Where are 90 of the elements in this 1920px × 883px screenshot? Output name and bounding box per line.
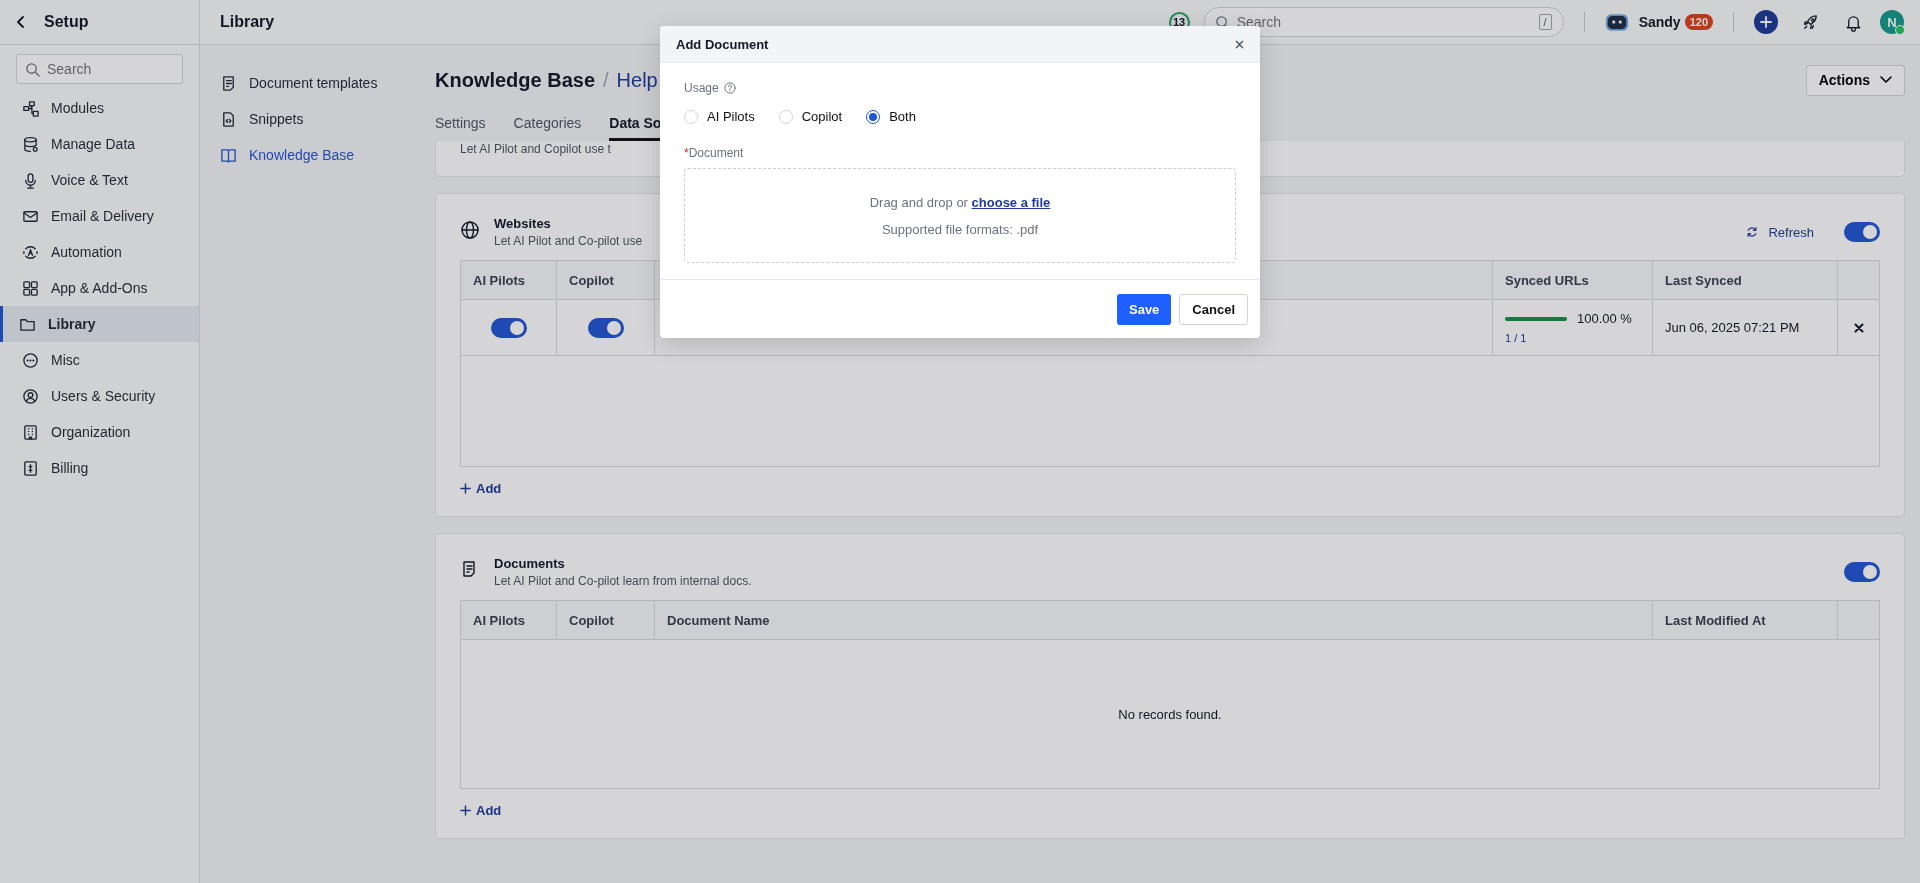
sidebar-item[interactable]: Organization [0,414,199,450]
shortcut-key: / [1538,14,1552,30]
sidebar-item[interactable]: Modules [0,90,199,126]
sidebar-item[interactable]: Library [0,306,199,342]
field-label: Document [688,146,744,160]
billing-icon [22,459,39,477]
sidebar-item[interactable]: Automation [0,234,199,270]
sidebar-item[interactable]: Voice & Text [0,162,199,198]
remove-icon[interactable] [1853,322,1864,333]
nav-item[interactable]: Knowledge Base [200,137,415,173]
building-icon [22,423,39,441]
nav-item[interactable]: Snippets [200,101,415,137]
nav-item[interactable]: Document templates [200,65,415,101]
automation-icon [22,243,39,261]
search-icon [25,62,40,77]
add-link[interactable]: Add [460,803,502,818]
section-title: Documents [494,556,565,571]
progress-bar [1505,316,1567,321]
section-description: Let AI Pilot and Co-pilot learn from internal docs. [494,574,752,588]
column-header: Copilot [557,601,655,639]
sidebar-item[interactable]: Email & Delivery [0,198,199,234]
field-label: Usage [684,81,719,95]
sidebar-item[interactable]: App & Add-Ons [0,270,199,306]
table-cell: Jun 06, 2025 07:21 PM [1653,300,1838,355]
section-description: Let AI Pilot and Co-pilot use [494,234,643,248]
refresh-icon [1746,226,1759,238]
breadcrumb-link[interactable]: Help [616,68,658,92]
user-name[interactable]: Sandy [1638,14,1681,30]
sidebar-item[interactable]: Manage Data [0,126,199,162]
search-field[interactable]: Search [16,54,183,84]
user-icon [22,387,39,405]
radio-option[interactable]: Both [866,109,916,124]
tab[interactable]: Settings [435,105,486,141]
drop-instructions: Drag and drop or choose a file [869,194,1051,210]
breadcrumb-separator: / [603,68,609,92]
required-mark: * [684,146,689,160]
modules-icon [22,99,39,117]
supported-formats: Supported file formats: .pdf [881,221,1039,237]
document-icon [220,74,237,92]
card-description: Let AI Pilot and Copilot use t [460,142,611,156]
actions-button[interactable]: Actions [1805,64,1905,96]
database-icon [22,135,39,153]
rocket-icon[interactable] [1801,12,1820,32]
file-drop-zone[interactable]: Drag and drop or choose a file Supported file formats: .pdf [684,168,1236,263]
back-icon[interactable] [16,15,26,29]
radio-option[interactable]: AI Pilots [684,109,755,124]
radio-option[interactable]: Copilot [778,109,843,124]
sidebar-item[interactable]: Billing [0,450,199,486]
row-toggle[interactable] [587,317,624,338]
add-icon[interactable] [1754,10,1778,34]
close-icon[interactable] [1235,39,1244,49]
url-count-link[interactable]: 1 / 1 [1505,332,1527,344]
section-title: Websites [494,216,551,231]
page-heading: Knowledge Base [435,68,596,92]
column-header: AI Pilots [461,261,557,299]
progress-percent: 100.00 % [1577,311,1632,326]
section-toggle[interactable] [1844,562,1880,582]
row-toggle[interactable] [490,317,527,338]
help-icon[interactable] [723,82,736,94]
plus-icon [460,483,471,494]
caret-icon [1880,76,1892,84]
book-icon [220,146,237,164]
more-icon [22,351,39,369]
sidebar-title: Setup [44,13,89,31]
sidebar-item[interactable]: Users & Security [0,378,199,414]
section-toggle[interactable] [1844,222,1880,242]
globe-icon [460,220,480,240]
cancel-button[interactable]: Cancel [1179,293,1248,325]
column-header: Synced URLs [1493,261,1653,299]
dialog-title: Add Document [676,36,769,52]
add-link[interactable]: Add [460,481,502,496]
grid-icon [22,279,39,297]
mic-icon [22,171,39,189]
column-header: Last Modified At [1653,601,1838,639]
column-header: AI Pilots [461,601,557,639]
page-title: Library [220,13,275,31]
refresh-link[interactable]: Refresh [1746,224,1814,240]
robot-icon[interactable] [1604,12,1629,32]
empty-message: No records found. [1118,706,1222,722]
choose-file-link[interactable]: choose a file [971,194,1051,210]
tab[interactable]: Categories [513,105,582,141]
save-button[interactable]: Save [1117,293,1172,325]
code-file-icon [220,110,237,128]
count-badge: 120 [1684,14,1713,30]
sidebar-item[interactable]: Misc [0,342,199,378]
column-header: Document Name [655,601,1653,639]
column-header: Copilot [557,261,655,299]
online-dot [1895,25,1905,35]
plus-icon [460,805,471,816]
column-header: Last Synced [1653,261,1838,299]
